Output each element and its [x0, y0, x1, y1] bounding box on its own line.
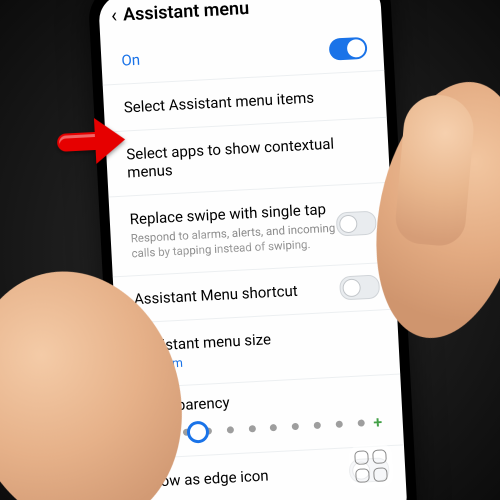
slider-thumb[interactable] — [186, 420, 209, 443]
toggle-shortcut[interactable] — [339, 274, 380, 300]
on-label: On — [121, 51, 141, 70]
row-replace-swipe[interactable]: Replace swipe with single tap Respond to… — [109, 183, 395, 278]
page-title: Assistant menu — [122, 0, 249, 25]
label-select-items: Select Assistant menu items — [123, 86, 368, 117]
slider-track[interactable] — [161, 421, 365, 436]
back-icon[interactable]: ‹ — [108, 2, 123, 27]
label-select-apps: Select apps to show contextual menus — [126, 133, 372, 182]
toggle-on[interactable] — [329, 36, 368, 60]
toggle-replace-swipe[interactable] — [336, 211, 377, 237]
assistant-floating-icon[interactable] — [348, 443, 394, 489]
plus-icon[interactable]: + — [370, 413, 385, 433]
thumb-right — [394, 92, 477, 248]
